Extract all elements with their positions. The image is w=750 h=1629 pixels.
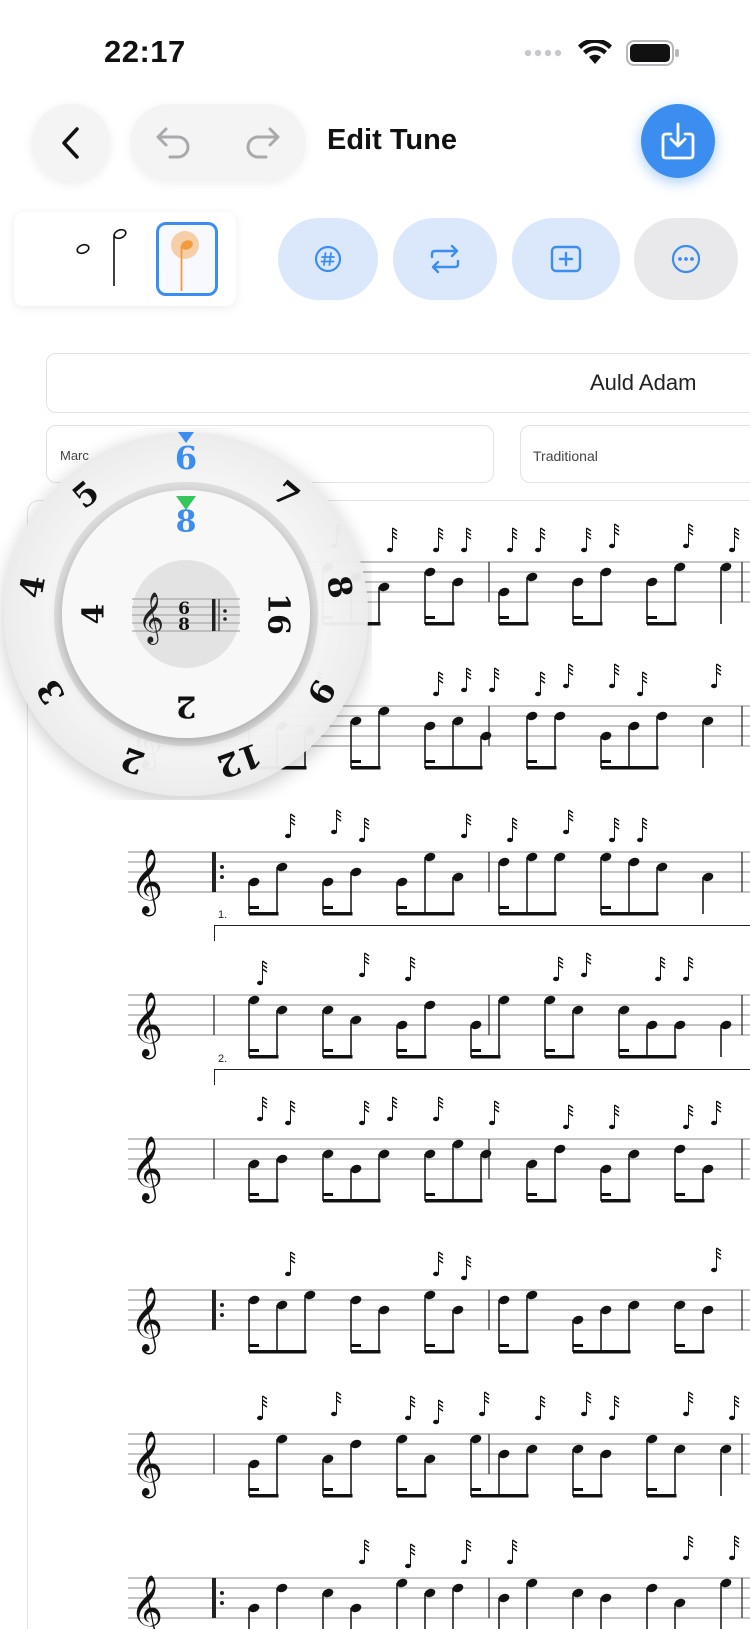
svg-text:𝄞: 𝄞 [138,592,164,645]
download-icon [661,122,695,160]
svg-text:𝄞: 𝄞 [130,1287,163,1354]
half-note-option[interactable] [40,222,102,296]
volta-bracket [214,1069,750,1085]
undo-icon [156,127,190,158]
volta-label: 2. [218,1053,228,1065]
preview-bottom-number: 8 [178,615,190,635]
battery-icon [626,40,679,66]
svg-text:𝄞: 𝄞 [130,1431,163,1498]
repeat-button[interactable] [393,218,497,300]
inner-number-2[interactable]: 2 [176,689,197,724]
page-title: Edit Tune [327,124,457,156]
inner-number-16[interactable]: 16 [261,593,296,635]
tune-title-value: Auld Adam [590,370,697,395]
svg-text:𝄞: 𝄞 [130,1136,163,1203]
add-measure-icon [550,245,582,273]
volta-label: 1. [218,909,228,921]
outer-number-6[interactable]: 6 [175,439,197,477]
half-note-stem-icon [113,228,127,286]
half-note-stem-option[interactable] [98,222,160,296]
quarter-note-option[interactable] [156,222,218,296]
time-signature-wheel[interactable]: 𝄞 6 8 6 7 8 9 12 2 3 4 5 8 16 2 4 [0,428,372,800]
note-duration-picker [14,212,236,306]
svg-text:𝄞: 𝄞 [130,1575,163,1629]
wifi-icon [578,40,612,64]
staff-system[interactable]: 𝄞 [0,1240,750,1370]
signal-icon [524,49,562,57]
time-signature-wheel-graphic: 𝄞 6 8 6789122345 81624 [4,432,368,796]
undo-redo-group [130,104,306,182]
more-button[interactable] [634,218,738,300]
export-button[interactable] [641,104,715,178]
back-button[interactable] [32,104,110,182]
accidental-button[interactable] [278,218,378,300]
svg-text:𝄞: 𝄞 [130,992,163,1059]
volta-bracket [214,925,750,941]
more-icon [671,244,701,274]
status-time: 22:17 [104,34,186,69]
add-measure-button[interactable] [512,218,620,300]
staff-system[interactable]: 𝄞 [0,1384,750,1514]
status-icons [524,40,680,66]
accidental-icon [314,245,342,273]
redo-icon [246,127,280,158]
chevron-left-icon [62,127,79,159]
composer-value: Traditional [533,448,598,464]
status-bar: 22:17 [0,0,750,100]
staff-system[interactable]: 𝄞 [0,802,750,932]
half-note-icon [76,243,90,255]
svg-text:𝄞: 𝄞 [130,849,163,916]
staff-system[interactable]: 𝄞 [0,945,750,1075]
staff-system[interactable]: 𝄞 [0,1089,750,1219]
staff-system[interactable]: 𝄞 [0,1528,750,1629]
undo-button[interactable] [154,123,194,164]
quarter-note-icon [171,231,199,291]
repeat-icon [430,244,460,274]
redo-button[interactable] [242,123,282,164]
inner-number-4[interactable]: 4 [77,604,112,625]
